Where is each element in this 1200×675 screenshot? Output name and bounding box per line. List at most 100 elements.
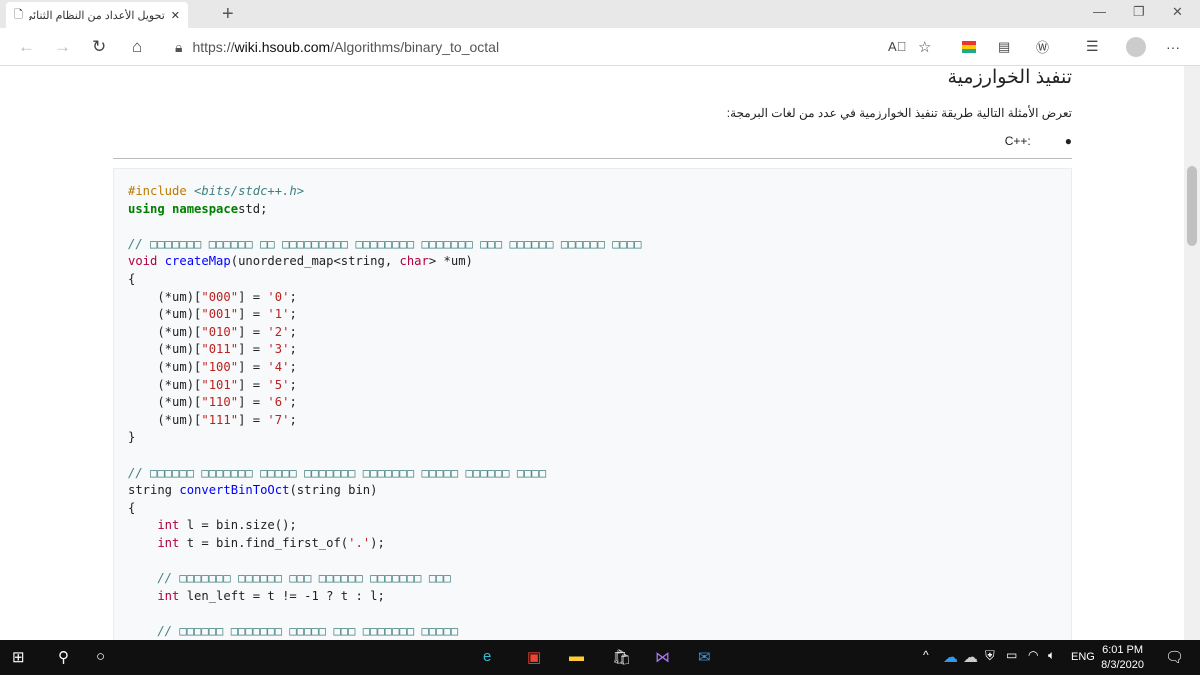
close-tab-icon[interactable]: ✕ <box>171 9 180 22</box>
code-line: int len_left = t != -1 ? t : l; <box>128 588 1057 606</box>
taskbar: ⊞ ⚲ ○ e ▣ ▬ 🛍︎ ⋈ ✉ ^ ☁ ☁ ⛨ ▭ ◠ 🔈︎ ENG 6:… <box>0 640 1200 675</box>
section-heading: تنفيذ الخوارزمية <box>947 67 1073 88</box>
cortana-icon[interactable]: ○ <box>96 648 105 665</box>
code-token: int <box>128 535 187 550</box>
reading-view-icon[interactable]: ▤ <box>998 39 1010 55</box>
forward-icon[interactable]: → <box>54 37 71 57</box>
windows-start-icon[interactable]: ⊞ <box>12 648 25 666</box>
battery-icon[interactable]: ▭ <box>1006 648 1017 662</box>
code-token: '6' <box>267 395 290 410</box>
back-icon[interactable]: ← <box>18 37 35 57</box>
code-token: "001" <box>201 307 239 322</box>
store-icon[interactable]: 🛍︎ <box>612 648 631 666</box>
code-line: (*um)["101"] = '5'; <box>128 377 1057 395</box>
code-token: ; <box>289 359 297 374</box>
url-scheme: https:// <box>192 39 235 55</box>
favorite-star-icon[interactable]: ☆ <box>918 38 931 56</box>
language-indicator[interactable]: ENG <box>1071 651 1095 663</box>
read-aloud-icon[interactable]: A⃞ <box>888 39 906 54</box>
code-token: "010" <box>201 324 239 339</box>
tab-bar: 🗋 تحويل الأعداد من النظام الثنائي إلى ✕ … <box>0 0 1200 28</box>
onedrive-personal-icon[interactable]: ☁ <box>963 648 978 666</box>
tray-expand-icon[interactable]: ^ <box>923 648 929 662</box>
code-token: #include <box>128 184 195 198</box>
code-token: ); <box>370 535 385 550</box>
code-line: using namespacestd; <box>128 201 1057 219</box>
code-token: '5' <box>267 377 290 392</box>
search-icon[interactable]: ⚲ <box>58 648 69 666</box>
code-token: // □□□□□□ □□□□□□□ □□□□□ □□□□□□□ □□□□□□□ … <box>128 465 547 480</box>
onedrive-icon[interactable]: ☁ <box>943 648 958 666</box>
edge-icon[interactable]: e <box>483 648 491 665</box>
code-token: '1' <box>267 307 290 322</box>
code-token: '7' <box>267 412 290 427</box>
volume-icon[interactable]: 🔈︎ <box>1048 648 1055 663</box>
time: 6:01 PM <box>1102 644 1144 656</box>
page-content: تنفيذ الخوارزمية تعرض الأمثلة التالية طر… <box>0 66 1184 640</box>
divider <box>113 158 1072 159</box>
notifications-icon[interactable]: 🗨︎ <box>1165 648 1184 666</box>
code-token: '4' <box>267 359 290 374</box>
extension-icon[interactable] <box>962 41 976 53</box>
scrollbar-thumb[interactable] <box>1187 166 1197 246</box>
code-token: ] = <box>238 395 268 410</box>
code-token: ] = <box>238 307 268 322</box>
address-bar[interactable]: 🔒︎ https://wiki.hsoub.com/Algorithms/bin… <box>145 32 955 62</box>
code-line: (*um)["011"] = '3'; <box>128 341 1057 359</box>
tab-active[interactable]: 🗋 تحويل الأعداد من النظام الثنائي إلى ✕ <box>6 2 188 28</box>
code-token: int <box>128 518 187 533</box>
code-token: (unordered_map<string, <box>230 254 400 269</box>
code-token: { <box>128 271 136 286</box>
code-token: (*um)[ <box>128 289 202 304</box>
home-icon[interactable]: ⌂ <box>132 37 142 57</box>
mail-icon[interactable]: ✉ <box>698 648 711 666</box>
code-token: (*um)[ <box>128 359 202 374</box>
code-token: l = bin.size(); <box>186 518 297 533</box>
code-token: ; <box>289 377 297 392</box>
more-menu-icon[interactable]: ··· <box>1166 39 1180 55</box>
code-line: void createMap(unordered_map<string, cha… <box>128 253 1057 271</box>
minimize-button[interactable]: — <box>1093 4 1106 19</box>
code-token: { <box>128 500 136 515</box>
code-line: { <box>128 271 1057 289</box>
code-token: // □□□□□□ □□□□□□□ □□□□□ □□□ □□□□□□□ □□□□… <box>128 623 459 638</box>
code-line: } <box>128 429 1057 447</box>
code-token: "000" <box>201 289 239 304</box>
profile-avatar[interactable] <box>1126 37 1146 57</box>
close-window-button[interactable]: ✕ <box>1172 4 1183 20</box>
new-tab-button[interactable]: + <box>222 3 234 26</box>
code-token: (*um)[ <box>128 377 202 392</box>
code-token: std; <box>238 201 268 216</box>
restore-button[interactable]: ❐ <box>1133 4 1145 20</box>
code-line: { <box>128 500 1057 518</box>
office-icon[interactable]: ▣ <box>527 648 541 666</box>
code-token: char <box>399 254 429 269</box>
code-token: ; <box>289 324 297 339</box>
code-line: (*um)["010"] = '2'; <box>128 324 1057 342</box>
file-explorer-icon[interactable]: ▬ <box>569 648 584 665</box>
wifi-icon[interactable]: ◠ <box>1028 648 1038 662</box>
collections-icon[interactable]: ☰ <box>1086 38 1099 55</box>
page-icon: 🗋 <box>14 8 23 21</box>
code-line: // □□□□□□□ □□□□□□ □□□ □□□□□□ □□□□□□□ □□□ <box>128 570 1057 588</box>
clock[interactable]: 6:01 PM 8/3/2020 <box>1101 643 1144 673</box>
code-token: t = bin.find_first_of( <box>186 535 349 550</box>
code-token: "100" <box>201 359 239 374</box>
code-token: ] = <box>238 359 268 374</box>
code-token: string <box>128 483 180 498</box>
extension-w-icon[interactable]: Ⓦ <box>1036 37 1049 56</box>
code-token: createMap <box>164 254 231 269</box>
visual-studio-icon[interactable]: ⋈ <box>655 648 670 666</box>
code-token: (string bin) <box>289 483 378 498</box>
refresh-icon[interactable]: ↻ <box>92 37 106 57</box>
scrollbar[interactable] <box>1184 66 1200 640</box>
code-token: (*um)[ <box>128 395 202 410</box>
language-label: C++: <box>1004 134 1031 148</box>
code-token: "101" <box>201 377 239 392</box>
nav-bar: ← → ↻ ⌂ 🔒︎ https://wiki.hsoub.com/Algori… <box>0 28 1200 66</box>
defender-icon[interactable]: ⛨ <box>985 648 995 664</box>
code-token: '2' <box>267 324 290 339</box>
code-token: (*um)[ <box>128 342 202 357</box>
code-line: int l = bin.size(); <box>128 517 1057 535</box>
